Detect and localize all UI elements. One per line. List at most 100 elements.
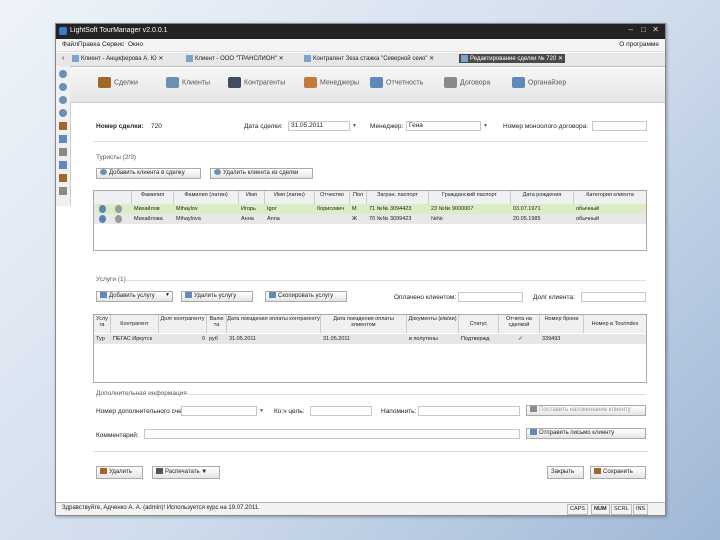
column-header[interactable]: Загран. паспорт [367, 191, 429, 204]
column-header[interactable]: Имя (латин) [265, 191, 315, 204]
manager-label: Менеджер: [370, 123, 404, 130]
contract-number-field[interactable] [592, 121, 647, 131]
tourist-secondary-icon [115, 215, 122, 223]
copy-service-button[interactable]: Скопировать услугу [265, 291, 347, 302]
button-label: Добавить клиента в сделку [109, 170, 185, 176]
quick-calendar-icon[interactable] [59, 161, 67, 169]
tab-client-antsiferova[interactable]: Клиент - Анциферова А. Ю ✕ [72, 55, 163, 62]
reminder-field[interactable] [418, 406, 520, 416]
comment-label: Комментарий: [96, 432, 139, 439]
column-header[interactable]: Услу га [94, 315, 111, 333]
extra-account-field[interactable] [181, 406, 257, 416]
cell: 31.05.2011 [323, 336, 351, 342]
tab-partner[interactable]: Контрагент Зеза стажка "Северной сеио" ✕ [304, 55, 434, 62]
column-header[interactable]: Фамилия (латин) [174, 191, 239, 204]
remove-client-button[interactable]: Удалить клиента из сделки [210, 168, 313, 179]
extra-info-section-label: Дополнительная информация [96, 390, 187, 397]
extra-account-dropdown-icon[interactable]: ▼ [258, 407, 265, 415]
cell: 03.07.1971 [513, 206, 541, 212]
quick-client-icon[interactable] [59, 70, 67, 78]
menu-edit[interactable]: Правка [78, 41, 100, 48]
toolbar-deals-button[interactable]: Сделки [98, 77, 138, 88]
tab-client-translion[interactable]: Клиент - ООО "ТРАНСЛИОН" ✕ [186, 55, 284, 62]
column-header[interactable]: Валю та [207, 315, 227, 333]
tab-edit-deal[interactable]: Редактирование сделки № 720 ✕ [459, 54, 565, 64]
column-header[interactable]: Дата рождения [511, 191, 574, 204]
menu-service[interactable]: Сервис [102, 41, 124, 48]
partner-tab-icon [304, 55, 311, 62]
column-header[interactable]: Статус [459, 315, 499, 333]
reported-checkbox[interactable]: ✓ [499, 334, 540, 344]
toolbar-organizer-button[interactable]: Органайзер [512, 77, 566, 88]
tabs-scroll-left-icon[interactable]: ‹ [62, 55, 64, 62]
table-row[interactable]: Михайлов Mihaylov Игорь Igor борисович М… [94, 204, 646, 214]
caps-indicator: CAPS [567, 504, 588, 515]
quick-client-icon[interactable] [59, 83, 67, 91]
column-header[interactable]: Документы (к/в/ии) [407, 315, 459, 333]
column-header[interactable]: Номер брони [540, 315, 584, 333]
cell: в полутены [409, 336, 438, 342]
quick-deal-icon[interactable] [59, 122, 67, 130]
add-service-button[interactable]: Добавить услугу [96, 291, 173, 302]
toolbar-partners-button[interactable]: Контрагенты [228, 77, 285, 88]
toolbar-label: Органайзер [528, 79, 567, 87]
add-service-dropdown-icon[interactable]: ▼ [165, 292, 170, 298]
column-header[interactable]: Фамилия [132, 191, 174, 204]
cell [584, 334, 646, 344]
tourist-secondary-icon [115, 205, 122, 213]
purpose-field[interactable] [310, 406, 372, 416]
column-header[interactable]: Отчество [315, 191, 350, 204]
column-header[interactable]: Имя [239, 191, 265, 204]
column-header[interactable]: Отчета на сделкой [499, 315, 540, 333]
print-button[interactable]: Распечатать ▼ [152, 466, 220, 479]
client-debt-field [581, 292, 646, 302]
column-header[interactable]: Долг контрагенту [159, 315, 207, 333]
quick-contract-icon[interactable] [59, 148, 67, 156]
remove-service-button[interactable]: Удалить услугу [181, 291, 253, 302]
close-icon[interactable]: ✕ [652, 25, 659, 34]
button-label: Удалить клиента из сделки [223, 170, 299, 176]
minimize-icon[interactable]: – [629, 25, 633, 34]
date-dropdown-icon[interactable]: ▼ [351, 122, 358, 130]
manager-dropdown-icon[interactable]: ▼ [482, 122, 489, 130]
set-reminder-button[interactable]: Поставить напоминание клиенту [526, 405, 646, 416]
toolbar-label: Договора [460, 79, 491, 87]
column-header[interactable]: Дата поездения оплаты контрагенту [227, 315, 321, 333]
column-header[interactable]: Номер в Tourindex [584, 315, 646, 333]
maximize-icon[interactable]: □ [641, 25, 646, 34]
button-label: Распечатать [165, 469, 200, 475]
column-header[interactable]: Контрагент [111, 315, 159, 333]
toolbar-contracts-button[interactable]: Договора [444, 77, 490, 88]
close-form-button[interactable]: Закрыть [547, 466, 584, 479]
quick-deal-icon[interactable] [59, 174, 67, 182]
delete-button[interactable]: Удалить [96, 466, 143, 479]
table-row[interactable]: Михайлова Mihaylova Анна Anna Ж 70 №№ 30… [94, 214, 646, 224]
deal-number-label: Номер сделки: [96, 123, 144, 130]
toolbar-managers-button[interactable]: Менеджеры [304, 77, 359, 88]
cell: 339493 [542, 336, 561, 342]
toolbar-clients-button[interactable]: Клиенты [166, 77, 210, 88]
comment-field[interactable] [144, 429, 520, 439]
quick-partner-icon[interactable] [59, 109, 67, 117]
column-header[interactable]: Дата поездения оплаты клиентом [321, 315, 407, 333]
toolbar-reports-button[interactable]: Отчетность [370, 77, 423, 88]
column-header[interactable]: Пол [350, 191, 367, 204]
quick-report-icon[interactable] [59, 135, 67, 143]
quick-manager-icon[interactable] [59, 96, 67, 104]
send-email-button[interactable]: Отправить письмо клиенту [526, 428, 646, 439]
deal-date-field[interactable]: 31.05.2011 [288, 121, 350, 131]
about-link[interactable]: О программе [619, 41, 659, 48]
column-header[interactable]: Категория клиента [574, 191, 646, 204]
manager-select[interactable]: Гена [406, 121, 481, 131]
cell: Mihaylova [176, 216, 201, 222]
reminder-label: Напомнить: [381, 408, 417, 415]
quick-settings-icon[interactable] [59, 187, 67, 195]
table-row[interactable]: Тур ПЕГАС Иркутск 0 руб 31.05.2011 31.05… [94, 334, 646, 344]
num-indicator: NUM [591, 504, 610, 515]
column-header[interactable]: Гражданский паспорт [429, 191, 511, 204]
add-client-button[interactable]: Добавить клиента в сделку [96, 168, 201, 179]
menu-file[interactable]: Файл [62, 41, 78, 48]
reminder-icon [530, 406, 537, 413]
menu-window[interactable]: Окно [128, 41, 143, 48]
save-button[interactable]: Сохранить [590, 466, 646, 479]
